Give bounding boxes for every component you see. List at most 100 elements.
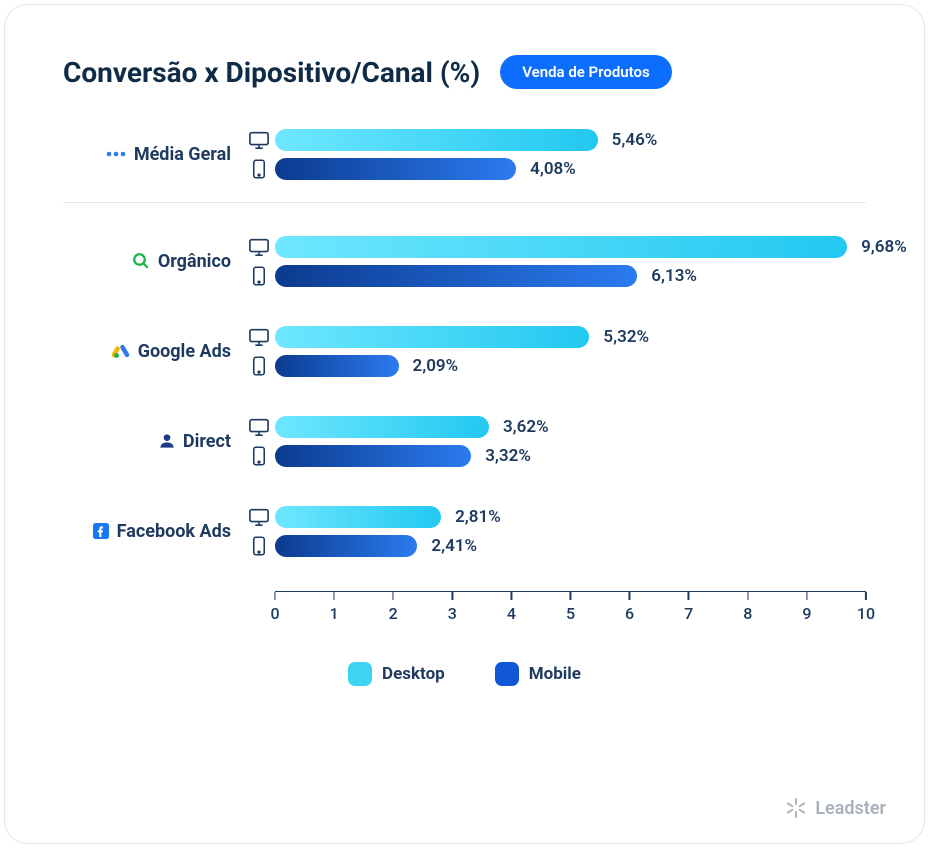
axis-tick: 8 [743, 592, 752, 623]
axis-tick-label: 7 [684, 604, 693, 623]
bars-column: 5,46% 4,08% [243, 124, 866, 184]
bar-track: 5,32% [275, 326, 866, 348]
axis-tick-label: 0 [270, 604, 279, 623]
bar-value-label: 6,13% [637, 266, 697, 286]
bar-desktop [275, 236, 847, 258]
category-row: Facebook Ads 2,81% 2,41% [63, 501, 866, 561]
x-axis: 012345678910 [275, 591, 866, 626]
bar-value-label: 5,32% [589, 327, 649, 347]
category-icon [159, 432, 175, 450]
category-row: Média Geral 5,46% 4,08% [63, 124, 866, 184]
category-icon [93, 523, 109, 539]
bars-column: 5,32% 2,09% [243, 321, 866, 381]
bar-row-mobile: 2,09% [243, 352, 866, 379]
filter-pill: Venda de Produtos [500, 55, 672, 89]
bar-desktop [275, 326, 589, 348]
bar-value-label: 2,09% [399, 356, 459, 376]
bar-value-label: 4,08% [516, 159, 576, 179]
desktop-icon [243, 237, 275, 257]
legend-label-desktop: Desktop [382, 664, 445, 684]
axis-tick: 0 [270, 592, 279, 623]
axis-tick-label: 3 [448, 604, 457, 623]
axis-tick: 9 [802, 592, 811, 623]
mobile-icon [243, 265, 275, 287]
brand-label: Leadster [815, 798, 886, 819]
category-label: Facebook Ads [63, 521, 243, 542]
bars-column: 3,62% 3,32% [243, 411, 866, 471]
bar-mobile [275, 265, 637, 287]
category-text: Facebook Ads [117, 521, 231, 542]
legend-item-desktop: Desktop [348, 662, 445, 686]
axis-tick-label: 10 [857, 604, 875, 623]
chart-area: Média Geral 5,46% 4,08% Orgânico 9,68% 6,13% G… [63, 124, 866, 561]
legend-swatch-mobile [495, 662, 519, 686]
brand-icon [785, 797, 807, 819]
category-label: Orgânico [63, 251, 243, 272]
category-row: Google Ads 5,32% 2,09% [63, 321, 866, 381]
bar-track: 6,13% [275, 265, 866, 287]
mobile-icon [243, 158, 275, 180]
category-text: Google Ads [138, 341, 231, 362]
axis-tick: 6 [625, 592, 634, 623]
bar-desktop [275, 506, 441, 528]
axis-tick-label: 6 [625, 604, 634, 623]
bar-desktop [275, 416, 489, 438]
desktop-icon [243, 130, 275, 150]
legend-label-mobile: Mobile [529, 664, 581, 684]
category-row: Direct 3,62% 3,32% [63, 411, 866, 471]
bar-row-mobile: 4,08% [243, 155, 866, 182]
axis-tick: 2 [389, 592, 398, 623]
bar-row-mobile: 3,32% [243, 442, 866, 469]
legend-swatch-desktop [348, 662, 372, 686]
category-label: Google Ads [63, 341, 243, 362]
axis-tick-label: 1 [330, 604, 339, 623]
mobile-icon [243, 355, 275, 377]
category-text: Orgânico [158, 251, 231, 272]
axis-tick: 7 [684, 592, 693, 623]
axis-tick: 10 [857, 592, 875, 623]
axis-tick: 1 [330, 592, 339, 623]
bar-track: 2,41% [275, 535, 866, 557]
bar-mobile [275, 158, 516, 180]
bars-column: 2,81% 2,41% [243, 501, 866, 561]
bar-track: 5,46% [275, 129, 866, 151]
axis-tick-label: 4 [507, 604, 516, 623]
bar-row-mobile: 6,13% [243, 262, 866, 289]
axis-tick-label: 5 [566, 604, 575, 623]
legend-item-mobile: Mobile [495, 662, 581, 686]
mobile-icon [243, 535, 275, 557]
bar-row-desktop: 9,68% [243, 233, 866, 260]
bar-track: 3,32% [275, 445, 866, 467]
category-icon [132, 252, 150, 270]
bars-column: 9,68% 6,13% [243, 231, 866, 291]
bar-mobile [275, 445, 471, 467]
axis-tick: 4 [507, 592, 516, 623]
axis-tick: 3 [448, 592, 457, 623]
chart-card: Conversão x Dipositivo/Canal (%) Venda d… [4, 4, 925, 844]
axis-tick-label: 9 [802, 604, 811, 623]
bar-mobile [275, 535, 417, 557]
bar-mobile [275, 355, 399, 377]
category-label: Média Geral [63, 144, 243, 165]
bar-row-mobile: 2,41% [243, 532, 866, 559]
category-icon [106, 150, 126, 158]
bar-track: 4,08% [275, 158, 866, 180]
chart-header: Conversão x Dipositivo/Canal (%) Venda d… [63, 55, 866, 89]
bar-value-label: 2,41% [417, 536, 477, 556]
bar-track: 3,62% [275, 416, 866, 438]
chart-title: Conversão x Dipositivo/Canal (%) [63, 56, 480, 89]
axis-tick-label: 2 [389, 604, 398, 623]
bar-value-label: 3,62% [489, 417, 549, 437]
axis-tick: 5 [566, 592, 575, 623]
category-text: Média Geral [134, 144, 231, 165]
category-label: Direct [63, 431, 243, 452]
category-icon [112, 342, 130, 360]
bar-track: 2,09% [275, 355, 866, 377]
bar-row-desktop: 2,81% [243, 503, 866, 530]
bar-track: 9,68% [275, 236, 866, 258]
desktop-icon [243, 327, 275, 347]
legend: Desktop Mobile [63, 662, 866, 686]
bar-value-label: 9,68% [847, 237, 907, 257]
category-row: Orgânico 9,68% 6,13% [63, 231, 866, 291]
bar-track: 2,81% [275, 506, 866, 528]
